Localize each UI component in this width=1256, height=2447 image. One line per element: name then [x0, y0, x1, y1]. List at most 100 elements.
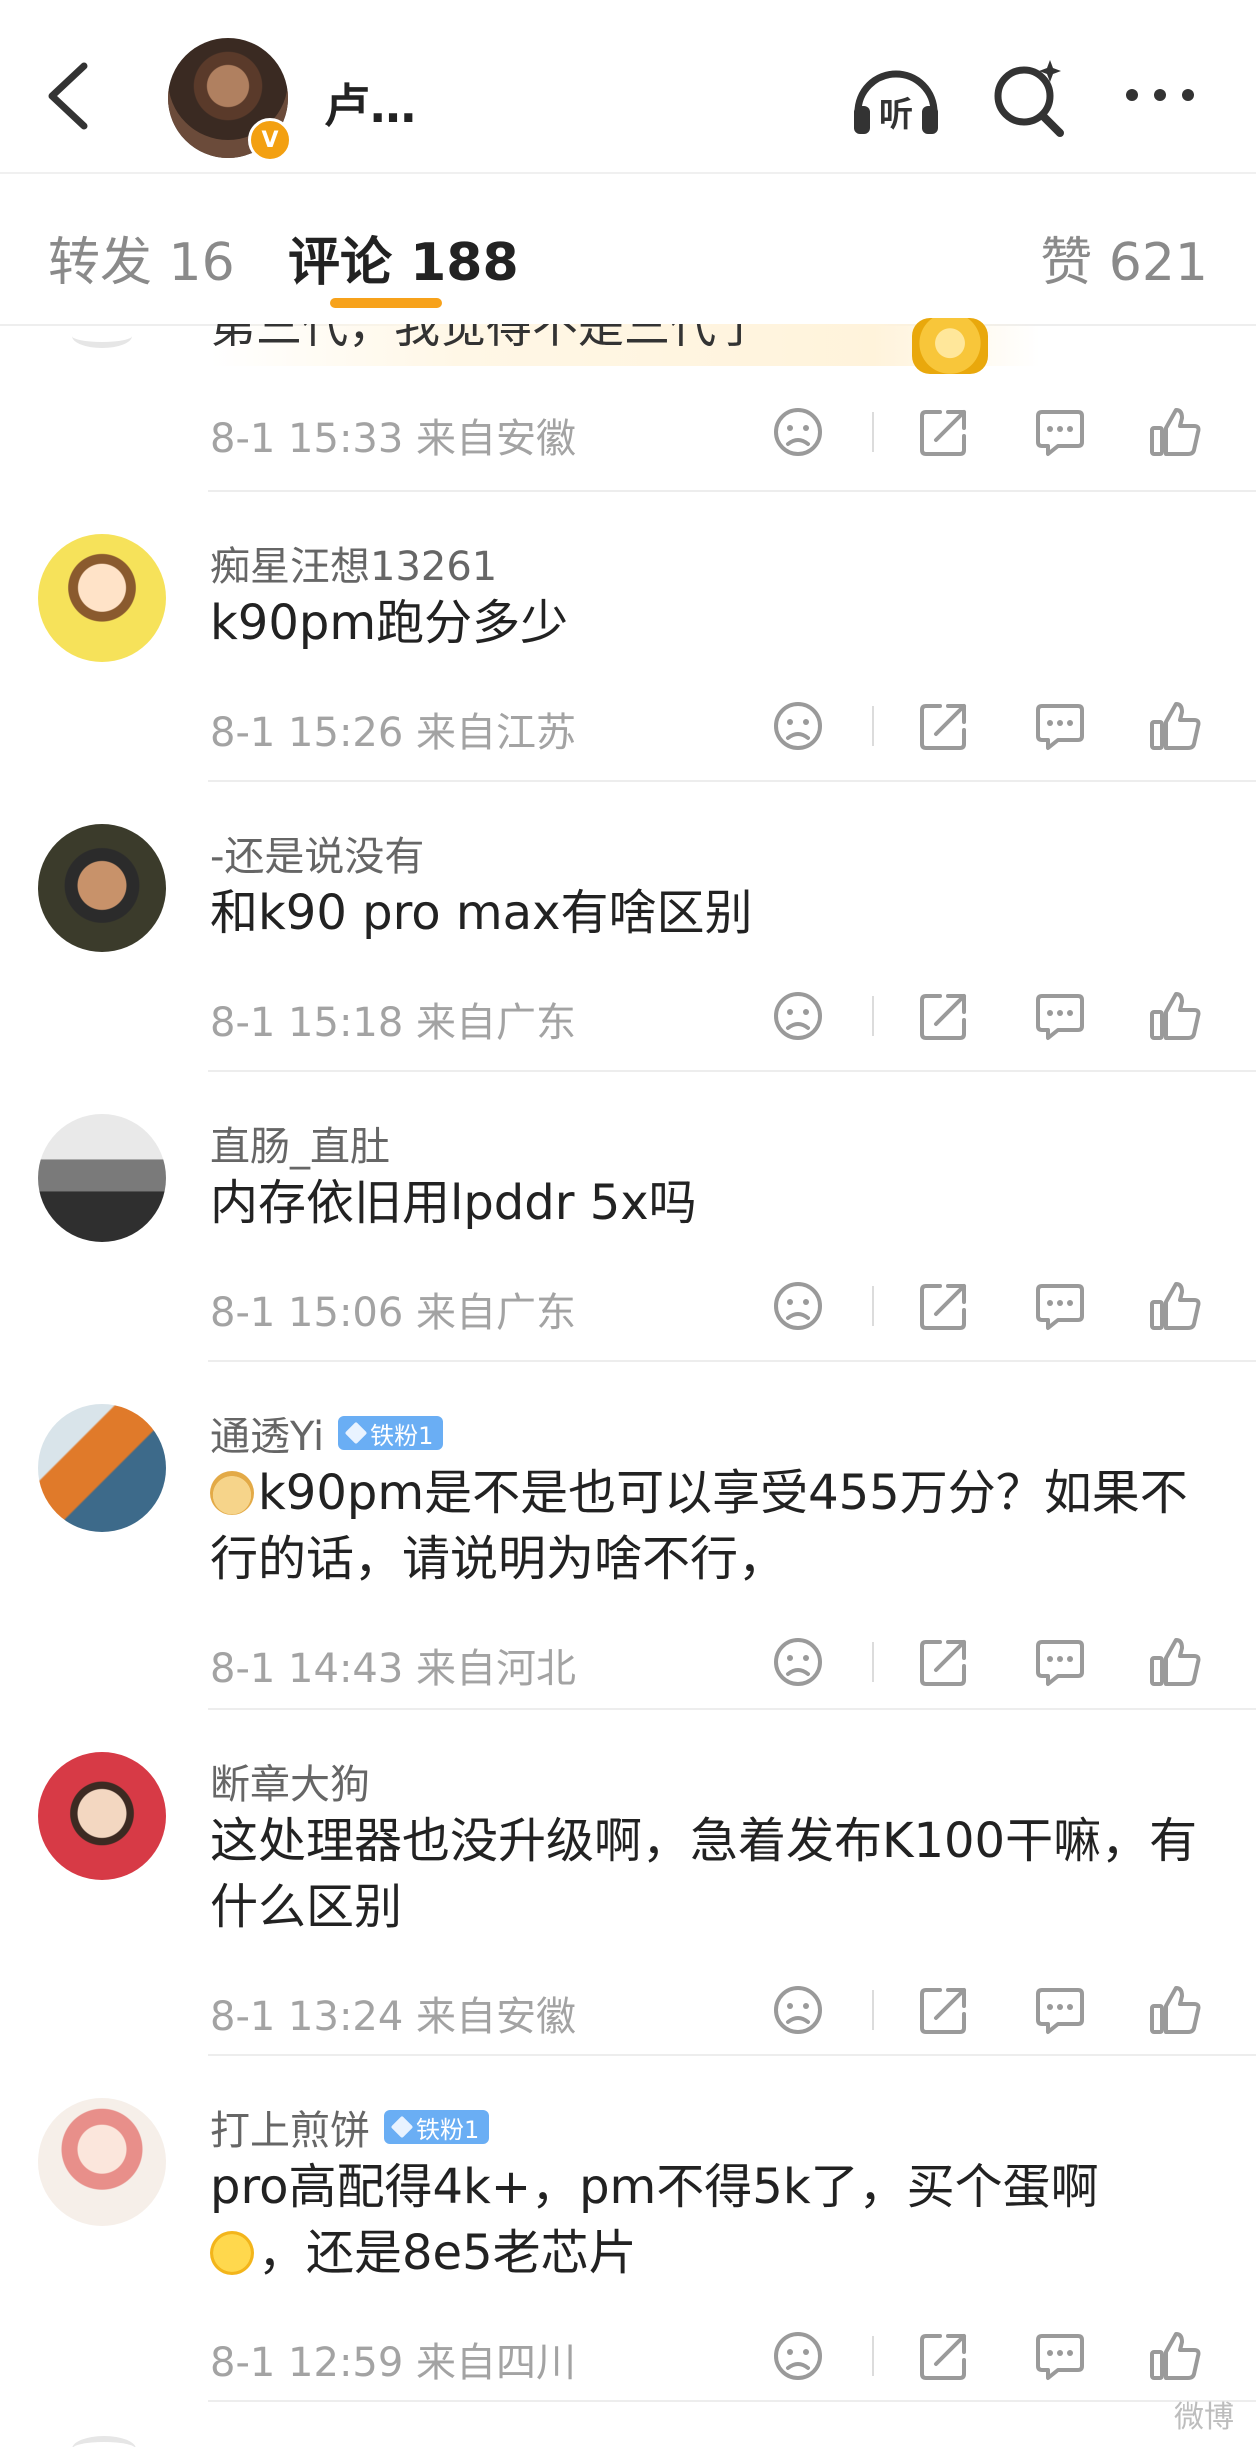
- comment-text: 和k90 pro max有啥区别: [210, 885, 753, 941]
- diamond-icon: [344, 1421, 368, 1445]
- commenter-name-text: -还是说没有: [210, 834, 425, 880]
- reply-icon[interactable]: [1032, 1278, 1088, 1334]
- more-icon[interactable]: [1122, 80, 1202, 110]
- partial-comment: 第三代，我觉得不是三代了 8-1 15:33 来自安徽: [0, 318, 1256, 492]
- active-tab-indicator: [330, 298, 442, 308]
- actions-divider: [872, 412, 874, 452]
- comment-text-content: ，还是8e5老芯片: [258, 2225, 637, 2281]
- tab-bar: 转发 16 评论 188 赞 621: [0, 172, 1256, 326]
- reply-icon[interactable]: [1032, 1982, 1088, 2038]
- comment-meta: 8-1 12:59 来自四川: [210, 2340, 577, 2386]
- commenter-name-text: 痴星汪想13261: [210, 544, 498, 590]
- share-icon[interactable]: [916, 2328, 972, 2384]
- reply-icon[interactable]: [1032, 698, 1088, 754]
- commenter-name[interactable]: 痴星汪想13261: [210, 534, 497, 592]
- comment-actions: [770, 1982, 1210, 2042]
- dislike-icon[interactable]: [770, 2328, 826, 2384]
- reply-icon[interactable]: [1032, 1634, 1088, 1690]
- comment-actions: [770, 1634, 1210, 1694]
- fan-badge-label: 铁粉1: [416, 2115, 480, 2144]
- comment-meta: 8-1 14:43 来自河北: [210, 1646, 577, 1692]
- commenter-avatar[interactable]: [38, 824, 166, 952]
- commenter-avatar[interactable]: [38, 1114, 166, 1242]
- dislike-icon[interactable]: [770, 1982, 826, 2038]
- reply-icon[interactable]: [1032, 404, 1088, 460]
- commenter-avatar[interactable]: [38, 1404, 166, 1532]
- comment-divider: [208, 2054, 1256, 2056]
- dislike-icon[interactable]: [770, 404, 826, 460]
- commenter-avatar[interactable]: [38, 2098, 166, 2226]
- comments-page: V 卢… 听 转发 16 评论 188 赞 621 第三代，我觉得不是三代了 8…: [0, 0, 1256, 2447]
- comment-divider: [208, 780, 1256, 782]
- reply-icon[interactable]: [1032, 988, 1088, 1044]
- commenter-name-text: 打上煎饼: [210, 2108, 370, 2154]
- comment-actions: [770, 2328, 1210, 2388]
- like-icon[interactable]: [1148, 1278, 1204, 1334]
- comment-text: k90pm跑分多少: [210, 595, 569, 651]
- share-icon[interactable]: [916, 1634, 972, 1690]
- tab-repost[interactable]: 转发 16: [48, 220, 235, 295]
- share-icon[interactable]: [916, 988, 972, 1044]
- listen-icon[interactable]: 听: [848, 56, 944, 140]
- back-icon[interactable]: [38, 56, 98, 136]
- commenter-name[interactable]: -还是说没有: [210, 824, 424, 882]
- tab-comment[interactable]: 评论 188: [288, 220, 519, 295]
- watermark: 微博: [1174, 2400, 1234, 2435]
- commenter-name[interactable]: 断章大狗: [210, 1752, 370, 1810]
- share-icon[interactable]: [916, 404, 972, 460]
- actions-divider: [872, 996, 874, 1036]
- comment-text-content: k90pm是不是也可以享受455万分？如果不行的话，请说明为啥不行，: [210, 1465, 1188, 1587]
- fan-badge[interactable]: 铁粉1: [384, 2110, 490, 2144]
- medal-icon: [912, 318, 988, 374]
- comment-divider: [208, 1708, 1256, 1710]
- like-icon[interactable]: [1148, 404, 1204, 460]
- actions-divider: [872, 2336, 874, 2376]
- commenter-name[interactable]: 通透Yi 铁粉1: [210, 1404, 444, 1462]
- comment-actions: [770, 1278, 1210, 1338]
- commenter-name[interactable]: 直肠_直肚: [210, 1114, 390, 1172]
- commenter-name[interactable]: 打上煎饼 铁粉1: [210, 2098, 490, 2156]
- doge-emoji-icon: [210, 1471, 254, 1515]
- share-icon[interactable]: [916, 1278, 972, 1334]
- commenter-avatar[interactable]: [38, 534, 166, 662]
- fan-badge-label: 铁粉1: [370, 1421, 434, 1450]
- like-icon[interactable]: [1148, 1634, 1204, 1690]
- comment-text: k90pm是不是也可以享受455万分？如果不行的话，请说明为啥不行，: [210, 1460, 1210, 1592]
- like-icon[interactable]: [1148, 1982, 1204, 2038]
- comment-text-content: pro高配得4k+，pm不得5k了，买个蛋啊: [210, 2159, 1099, 2215]
- actions-divider: [872, 1990, 874, 2030]
- dislike-icon[interactable]: [770, 698, 826, 754]
- dislike-icon[interactable]: [770, 1634, 826, 1690]
- like-icon[interactable]: [1148, 698, 1204, 754]
- comment-actions: [770, 988, 1210, 1048]
- comment-divider: [208, 1070, 1256, 1072]
- like-icon[interactable]: [1148, 2328, 1204, 2384]
- crying-laugh-emoji-icon: [210, 2231, 254, 2275]
- actions-divider: [872, 1286, 874, 1326]
- comment-meta: 8-1 15:18 来自广东: [210, 1000, 577, 1046]
- share-icon[interactable]: [916, 698, 972, 754]
- fan-badge[interactable]: 铁粉1: [338, 1416, 444, 1450]
- actions-divider: [872, 706, 874, 746]
- dislike-icon[interactable]: [770, 988, 826, 1044]
- comment-meta: 8-1 15:33 来自安徽: [210, 416, 577, 462]
- commenter-name-text: 断章大狗: [210, 1762, 370, 1808]
- author-name[interactable]: 卢…: [324, 70, 416, 136]
- share-icon[interactable]: [916, 1982, 972, 2038]
- comment-text: pro高配得4k+，pm不得5k了，买个蛋啊 ，还是8e5老芯片: [210, 2154, 1210, 2286]
- comment-text: 这处理器也没升级啊，急着发布K100干嘛，有什么区别: [210, 1813, 1198, 1935]
- comment-text: 内存依旧用lpddr 5x吗: [210, 1175, 697, 1231]
- verified-badge: V: [248, 118, 292, 162]
- commenter-avatar[interactable]: [38, 1752, 166, 1880]
- reply-icon[interactable]: [1032, 2328, 1088, 2384]
- tab-like[interactable]: 赞 621: [1040, 220, 1208, 295]
- top-bar: V 卢… 听: [0, 0, 1256, 172]
- diamond-icon: [390, 2115, 414, 2139]
- like-icon[interactable]: [1148, 988, 1204, 1044]
- next-comment-avatar: [72, 2436, 136, 2447]
- comment-actions: [770, 698, 1210, 758]
- partial-comment-text: 第三代，我觉得不是三代了: [210, 324, 762, 353]
- comment-divider: [208, 1360, 1256, 1362]
- ai-search-icon[interactable]: [990, 56, 1070, 140]
- dislike-icon[interactable]: [770, 1278, 826, 1334]
